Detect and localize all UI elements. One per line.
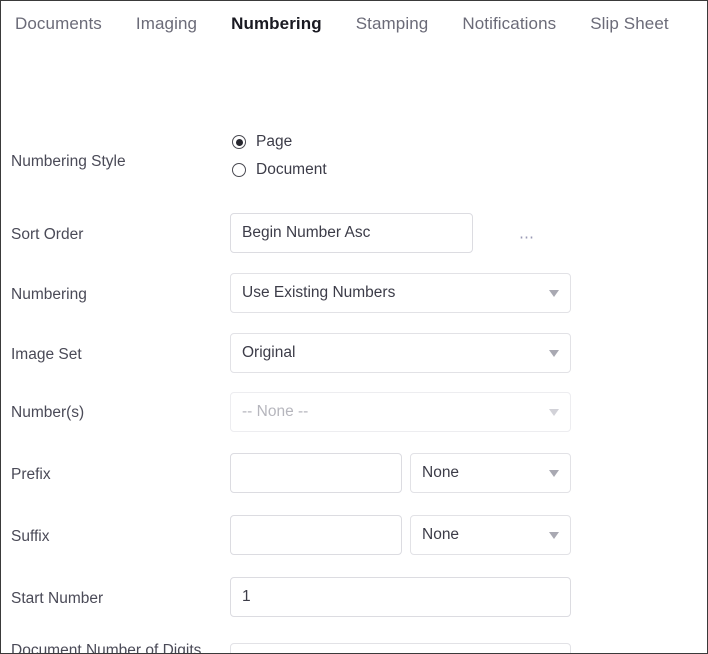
chevron-down-icon	[549, 289, 559, 297]
radio-page-label: Page	[256, 133, 293, 150]
start-number-input[interactable]: 1	[230, 577, 571, 617]
chevron-down-icon	[549, 408, 559, 416]
image-set-select[interactable]: Original	[230, 333, 571, 373]
label-image-set: Image Set	[11, 346, 82, 363]
numbering-select[interactable]: Use Existing Numbers	[230, 273, 571, 313]
chevron-down-icon	[549, 469, 559, 477]
prefix-type-value: None	[422, 464, 460, 481]
tab-stamping[interactable]: Stamping	[356, 13, 429, 35]
numbering-select-value: Use Existing Numbers	[242, 284, 396, 301]
prefix-type-select[interactable]: None	[410, 453, 571, 493]
prefix-input[interactable]	[230, 453, 402, 493]
label-numbering: Numbering	[11, 286, 87, 303]
tab-numbering[interactable]: Numbering	[231, 13, 322, 35]
suffix-input[interactable]	[230, 515, 402, 555]
radio-option-document[interactable]: Document	[232, 156, 327, 184]
label-sort-order: Sort Order	[11, 226, 84, 243]
suffix-type-value: None	[422, 526, 460, 543]
label-numbering-style: Numbering Style	[11, 153, 126, 170]
numbers-select: -- None --	[230, 392, 571, 432]
document-digits-select[interactable]: No padding	[230, 643, 571, 653]
radio-page-icon[interactable]	[232, 135, 246, 149]
tab-notifications[interactable]: Notifications	[462, 13, 556, 35]
label-document-digits: Document Number of Digits	[11, 642, 202, 654]
tab-slip-sheet[interactable]: Slip Sheet	[590, 13, 669, 35]
label-prefix: Prefix	[11, 466, 51, 483]
numbering-settings-panel: Documents Imaging Numbering Stamping Not…	[0, 0, 708, 654]
radio-document-label: Document	[256, 161, 327, 178]
chevron-down-icon	[549, 531, 559, 539]
radio-document-icon[interactable]	[232, 163, 246, 177]
numbers-select-value: -- None --	[242, 403, 309, 420]
suffix-type-select[interactable]: None	[410, 515, 571, 555]
label-suffix: Suffix	[11, 528, 50, 545]
chevron-down-icon	[549, 349, 559, 357]
label-numbers: Number(s)	[11, 404, 85, 421]
radio-option-page[interactable]: Page	[232, 128, 327, 156]
numbering-style-radio-group: Page Document	[232, 128, 327, 184]
sort-order-input[interactable]: Begin Number Asc	[230, 213, 473, 253]
tab-documents[interactable]: Documents	[15, 13, 102, 35]
image-set-select-value: Original	[242, 344, 296, 361]
sort-order-more-button[interactable]: ⋯	[519, 230, 536, 245]
settings-tab-bar: Documents Imaging Numbering Stamping Not…	[1, 1, 707, 47]
label-start-number: Start Number	[11, 590, 104, 607]
tab-imaging[interactable]: Imaging	[136, 13, 197, 35]
